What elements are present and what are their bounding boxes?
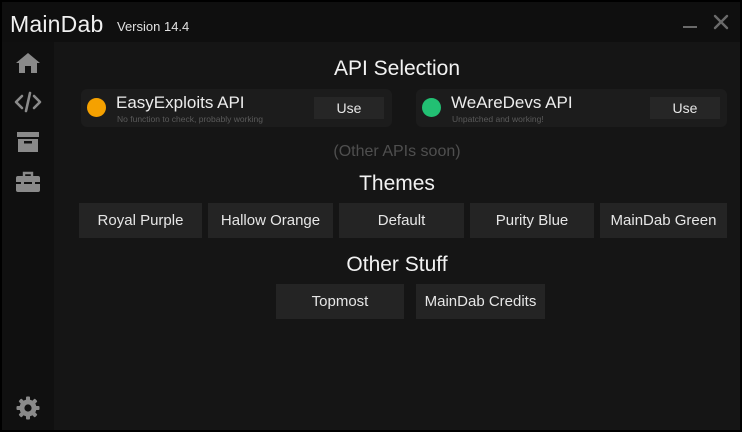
theme-hallow-orange-button[interactable]: Hallow Orange bbox=[208, 203, 333, 238]
minimize-icon bbox=[683, 26, 697, 28]
toolbox-icon bbox=[16, 171, 40, 192]
use-easyexploits-button[interactable]: Use bbox=[314, 97, 384, 119]
api-card-wearedevs: WeAreDevs API Unpatched and working! Use bbox=[416, 89, 727, 127]
themes-heading: Themes bbox=[359, 172, 435, 195]
archive-icon bbox=[17, 132, 39, 152]
status-dot bbox=[422, 98, 441, 117]
other-apis-note: (Other APIs soon) bbox=[333, 143, 461, 160]
api-status: No function to check, probably working bbox=[117, 114, 263, 124]
api-name: EasyExploits API bbox=[116, 93, 245, 112]
code-icon bbox=[14, 91, 42, 113]
sidebar-item-tools[interactable] bbox=[2, 164, 54, 200]
close-button[interactable] bbox=[709, 10, 733, 34]
theme-royal-purple-button[interactable]: Royal Purple bbox=[79, 203, 202, 238]
api-card-easyexploits: EasyExploits API No function to check, p… bbox=[81, 89, 392, 127]
use-wearedevs-button[interactable]: Use bbox=[650, 97, 720, 119]
api-selection-heading: API Selection bbox=[333, 57, 461, 80]
sidebar-item-scripts[interactable] bbox=[2, 124, 54, 160]
other-stuff-heading: Other Stuff bbox=[346, 253, 448, 276]
home-icon bbox=[16, 53, 40, 73]
topmost-button[interactable]: Topmost bbox=[276, 284, 404, 319]
sidebar-item-settings[interactable] bbox=[2, 390, 54, 426]
gear-icon bbox=[16, 396, 40, 420]
api-status: Unpatched and working! bbox=[452, 114, 544, 124]
content-area: API Selection EasyExploits API No functi… bbox=[54, 42, 740, 430]
sidebar bbox=[2, 42, 54, 430]
status-dot bbox=[87, 98, 106, 117]
theme-maindab-green-button[interactable]: MainDab Green bbox=[600, 203, 727, 238]
title-bar[interactable]: MainDab Version 14.4 bbox=[2, 2, 740, 42]
api-name: WeAreDevs API bbox=[451, 93, 573, 112]
maindab-credits-button[interactable]: MainDab Credits bbox=[416, 284, 545, 319]
close-icon bbox=[713, 14, 729, 30]
app-version: Version 14.4 bbox=[117, 19, 190, 34]
minimize-button[interactable] bbox=[678, 10, 702, 34]
main-window: MainDab Version 14.4 API Selection EasyE… bbox=[0, 0, 742, 432]
theme-default-button[interactable]: Default bbox=[339, 203, 464, 238]
sidebar-item-editor[interactable] bbox=[2, 84, 54, 120]
theme-purity-blue-button[interactable]: Purity Blue bbox=[470, 203, 594, 238]
sidebar-item-home[interactable] bbox=[2, 45, 54, 81]
app-title: MainDab bbox=[10, 11, 104, 37]
